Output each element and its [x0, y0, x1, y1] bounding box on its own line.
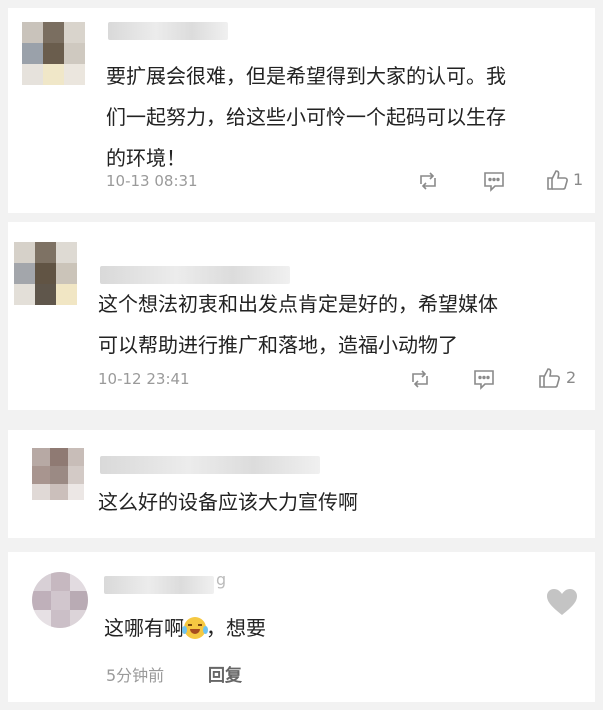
comment-text-before-emoji: 这哪有啊 [104, 616, 184, 640]
comment-text: 要扩展会很难，但是希望得到大家的认可。我 们一起努力，给这些小可怜一个起码可以生… [106, 56, 506, 179]
avatar[interactable] [22, 22, 86, 86]
comment-text-line: 要扩展会很难，但是希望得到大家的认可。我 [106, 64, 506, 88]
comment-text-line: 可以帮助进行推广和落地，造福小动物了 [98, 333, 458, 357]
username[interactable] [108, 22, 228, 40]
avatar[interactable] [32, 572, 88, 628]
comment-text-after-emoji: ，想要 [206, 616, 266, 640]
comment-card-4: g 这哪有啊 ，想要 5分钟前 回复 [8, 552, 595, 702]
like-count: 1 [573, 170, 584, 189]
username-visible-suffix: g [216, 570, 227, 589]
comment-icon[interactable] [482, 170, 506, 192]
comment-card-1: 要扩展会很难，但是希望得到大家的认可。我 们一起努力，给这些小可怜一个起码可以生… [8, 8, 595, 213]
username[interactable] [100, 266, 290, 284]
avatar[interactable] [14, 242, 78, 306]
comment-text: 这哪有啊 ，想要 [104, 608, 266, 649]
comment-text: 这么好的设备应该大力宣传啊 [98, 482, 358, 523]
comment-card-3: 这么好的设备应该大力宣传啊 [8, 430, 595, 538]
comment-text: 这个想法初衷和出发点肯定是好的，希望媒体 可以帮助进行推广和落地，造福小动物了 [98, 284, 498, 366]
comment-text-line: 们一起努力，给这些小可怜一个起码可以生存 [106, 105, 506, 129]
comment-card-2: 这个想法初衷和出发点肯定是好的，希望媒体 可以帮助进行推广和落地，造福小动物了 … [8, 222, 595, 410]
avatar[interactable] [32, 448, 84, 500]
like-count: 2 [566, 368, 577, 387]
timestamp: 10-13 08:31 [106, 172, 198, 190]
thumbs-up-icon[interactable] [546, 169, 570, 191]
timestamp: 5分钟前 [106, 666, 165, 685]
timestamp: 10-12 23:41 [98, 370, 190, 388]
username[interactable] [104, 576, 214, 594]
share-icon[interactable] [408, 368, 432, 390]
comment-text-line: 这个想法初衷和出发点肯定是好的，希望媒体 [98, 292, 498, 316]
heart-icon[interactable] [546, 588, 578, 616]
thumbs-up-icon[interactable] [538, 367, 562, 389]
share-icon[interactable] [416, 170, 440, 192]
reply-button[interactable]: 回复 [208, 661, 242, 686]
comment-icon[interactable] [472, 368, 496, 390]
username[interactable] [100, 456, 320, 474]
crying-laughing-emoji-icon [182, 617, 208, 639]
comment-text-line: 这么好的设备应该大力宣传啊 [98, 490, 358, 514]
